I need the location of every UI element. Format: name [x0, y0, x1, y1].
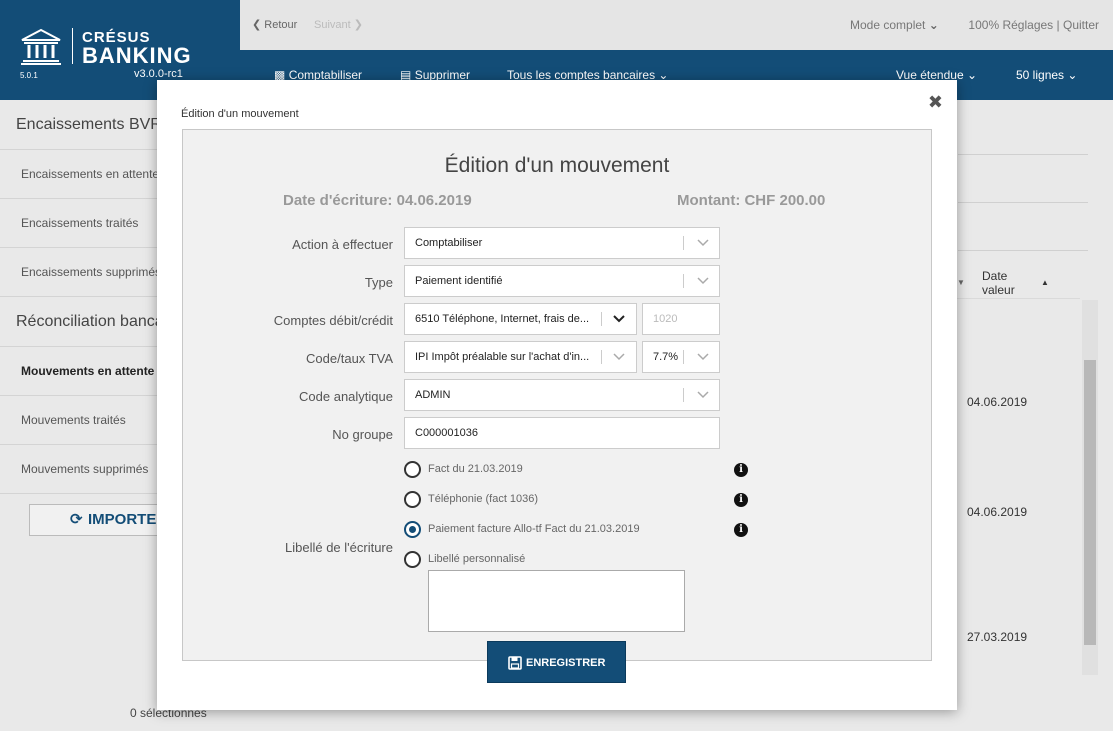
type-label: Type [364, 275, 393, 290]
type-value: Paiement identifié [415, 275, 503, 287]
group-input[interactable]: C000001036 [404, 417, 720, 449]
credit-account-field[interactable]: 1020 [642, 303, 720, 335]
chevron-down-icon [613, 353, 625, 361]
vat-code-select[interactable]: IPI Impôt préalable sur l'achat d'in... [404, 341, 637, 373]
action-value: Comptabiliser [415, 237, 483, 249]
accounts-label: Comptes débit/crédit [273, 313, 393, 328]
select-separator [683, 388, 684, 402]
save-label: ENREGISTRER [526, 657, 606, 669]
info-icon[interactable]: i [734, 523, 748, 537]
dialog-title: Édition d'un mouvement [181, 108, 299, 120]
group-label: No groupe [332, 427, 393, 442]
wording-option-label: Paiement facture Allo-tf Fact du 21.03.2… [428, 523, 640, 535]
select-separator [683, 236, 684, 250]
close-icon[interactable]: ✖ [928, 92, 943, 113]
action-select[interactable]: Comptabiliser [404, 227, 720, 259]
info-icon[interactable]: i [734, 493, 748, 507]
debit-account-value: 6510 Téléphone, Internet, frais de... [415, 313, 590, 325]
save-icon [508, 656, 522, 670]
analytic-select[interactable]: ADMIN [404, 379, 720, 411]
wording-option-label: Téléphonie (fact 1036) [428, 493, 539, 505]
amount: Montant: CHF 200.00 [677, 192, 826, 209]
action-label: Action à effectuer [292, 237, 393, 252]
vat-rate-value: 7.7% [653, 351, 679, 363]
vat-code-value: IPI Impôt préalable sur l'achat d'in... [415, 351, 590, 363]
select-separator [683, 350, 684, 364]
radio-button-checked[interactable] [404, 521, 421, 538]
vat-rate-select[interactable]: 7.7% [642, 341, 720, 373]
radio-button[interactable] [404, 551, 421, 568]
select-separator [683, 274, 684, 288]
chevron-down-icon [697, 239, 709, 247]
wording-option-label: Fact du 21.03.2019 [428, 463, 523, 475]
vat-label: Code/taux TVA [306, 351, 393, 366]
entry-date: Date d'écriture: 04.06.2019 [283, 192, 472, 209]
debit-account-select[interactable]: 6510 Téléphone, Internet, frais de... [404, 303, 637, 335]
type-select[interactable]: Paiement identifié [404, 265, 720, 297]
edit-form-panel: Édition d'un mouvement Date d'écriture: … [182, 129, 932, 661]
radio-button[interactable] [404, 491, 421, 508]
chevron-down-icon [697, 391, 709, 399]
form-heading: Édition d'un mouvement [444, 154, 670, 177]
select-separator [601, 350, 602, 364]
radio-button[interactable] [404, 461, 421, 478]
wording-label: Libellé de l'écriture [285, 540, 393, 555]
chevron-down-icon [613, 315, 625, 323]
analytic-value: ADMIN [415, 389, 451, 401]
select-separator [601, 312, 602, 326]
chevron-down-icon [697, 353, 709, 361]
info-icon[interactable]: i [734, 463, 748, 477]
edit-movement-dialog: Édition d'un mouvement ✖ Édition d'un mo… [157, 80, 957, 710]
save-button[interactable]: ENREGISTRER [487, 641, 626, 683]
analytic-label: Code analytique [299, 389, 393, 404]
custom-wording-textarea[interactable] [428, 570, 685, 632]
wording-option-label: Libellé personnalisé [428, 553, 526, 565]
chevron-down-icon [697, 277, 709, 285]
